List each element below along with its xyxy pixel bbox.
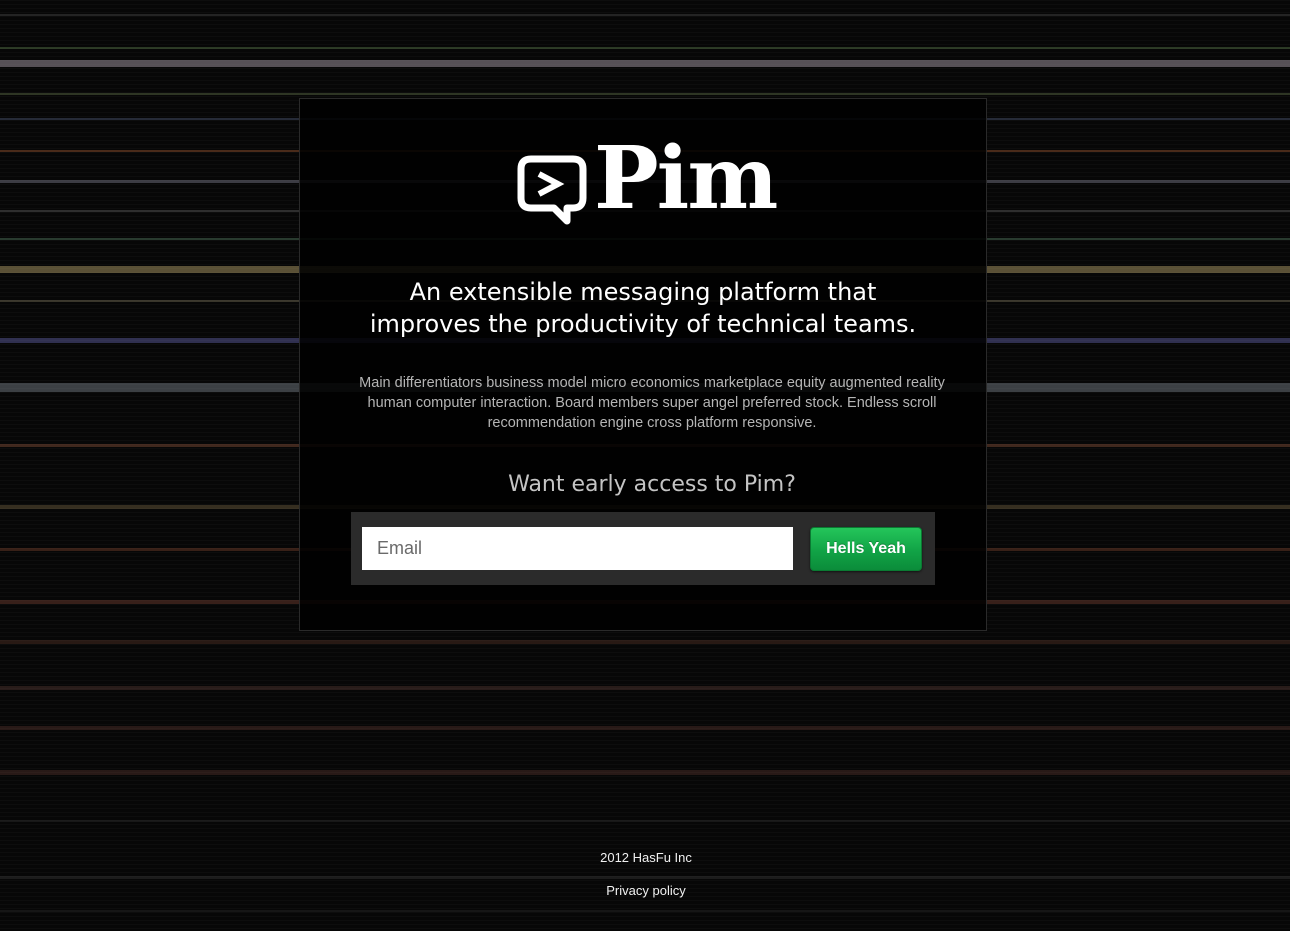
hero-headline-line1: An extensible messaging platform that bbox=[409, 278, 877, 306]
hero-description: Main differentiators business model micr… bbox=[359, 375, 945, 431]
brand-logo: Pim bbox=[517, 136, 778, 232]
footer-privacy: Privacy policy bbox=[0, 883, 1290, 899]
brand-wordmark: Pim bbox=[594, 128, 778, 229]
signup-form: Hells Yeah bbox=[351, 512, 935, 585]
privacy-policy-link[interactable]: Privacy policy bbox=[606, 883, 685, 898]
hero-headline: An extensible messaging platform that im… bbox=[300, 276, 986, 340]
speech-bubble-prompt-icon bbox=[517, 155, 587, 225]
email-input[interactable] bbox=[362, 527, 793, 570]
signup-heading: Want early access to Pim? bbox=[508, 472, 796, 497]
hero-headline-line2: improves the productivity of technical t… bbox=[369, 310, 917, 338]
footer-copyright: 2012 HasFu Inc bbox=[600, 850, 692, 865]
hells-yeah-button[interactable]: Hells Yeah bbox=[810, 527, 922, 571]
